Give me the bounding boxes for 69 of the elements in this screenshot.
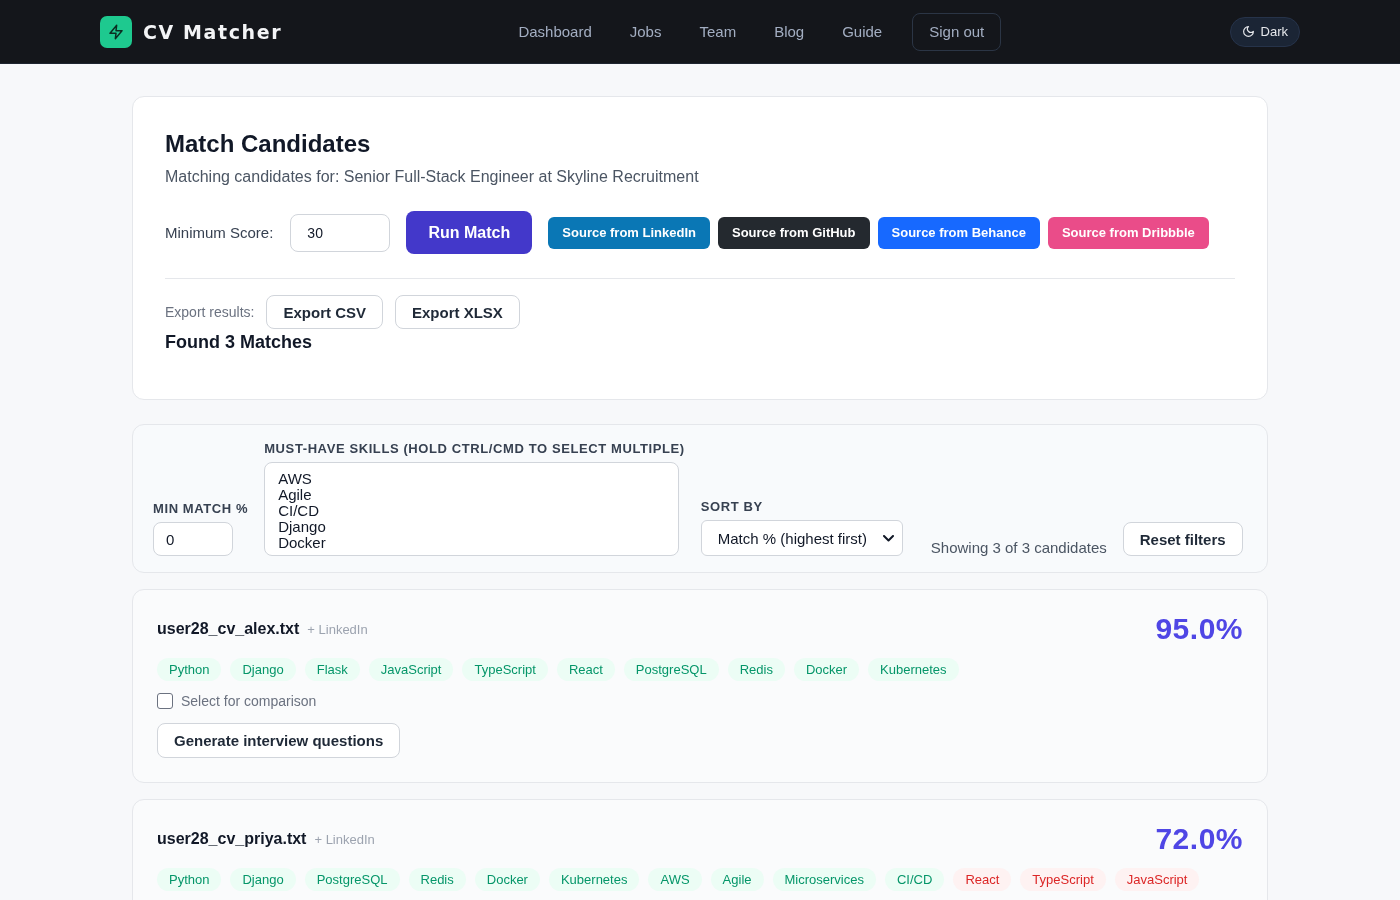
skill-tag: Kubernetes (548, 868, 640, 891)
nav-link[interactable]: Guide (834, 15, 891, 48)
nav-link[interactable]: Team (691, 15, 745, 48)
skill-tag: Microservices (772, 868, 876, 891)
field-label: Minimum Score: (165, 224, 274, 241)
skill-tag: JavaScript (368, 658, 454, 681)
moon-icon (1241, 25, 1255, 38)
min-score-input[interactable]: 30 (290, 213, 391, 252)
candidate-source: + LinkedIn (314, 832, 375, 847)
job-subtitle: Matching candidates for: Senior Full-Stack Engineer at Skyline Recruitment (165, 167, 700, 187)
compare-checkbox[interactable] (157, 693, 173, 709)
skill-tag: AWS (648, 868, 702, 891)
skill-tag: CI/CD (885, 868, 945, 891)
skill-tag: Agile (710, 868, 764, 891)
source-button[interactable]: Source from LinkedIn (548, 216, 710, 249)
results-heading: Found 3 Matches (165, 331, 313, 353)
chevron-down-icon (882, 534, 894, 542)
candidate-source: + LinkedIn (307, 622, 368, 637)
field-label: MUST-HAVE SKILLS (HOLD CTRL/CMD TO SELECT MULTIPLE) (264, 441, 685, 456)
skill-option[interactable]: AWS (277, 471, 667, 487)
export-button[interactable]: Export XLSX (395, 295, 520, 329)
sort-select[interactable]: Match % (highest first) (700, 520, 903, 556)
skill-tag: Flask (304, 658, 360, 681)
match-score: 72.0% (1155, 822, 1243, 856)
candidate-file-name: user28_cv_priya.txt (157, 830, 307, 848)
skill-tag: Redis (727, 658, 785, 681)
match-score: 95.0% (1155, 612, 1243, 646)
run-match-button[interactable]: Run Match (406, 211, 533, 254)
skill-tag: Kubernetes (868, 658, 959, 681)
min-match-input[interactable]: 0 (153, 522, 233, 556)
field-label: SORT BY (700, 499, 764, 514)
generate-questions-button[interactable]: Generate interview questions (157, 723, 401, 758)
skill-tag: Python (157, 868, 222, 891)
export-button[interactable]: Export CSV (266, 295, 383, 329)
skill-tag: Django (230, 658, 296, 681)
skill-tag: React (556, 658, 615, 681)
nav-link[interactable]: Dashboard (510, 15, 600, 48)
source-button[interactable]: Source from Behance (877, 216, 1040, 249)
skill-tag: Docker (793, 658, 860, 681)
theme-toggle-button[interactable]: Dark (1229, 16, 1300, 47)
skill-tag: Python (157, 658, 222, 681)
skill-tag: JavaScript (1114, 868, 1200, 891)
source-button[interactable]: Source from Dribbble (1047, 216, 1209, 249)
skill-tag: React (953, 868, 1012, 891)
field-label: MIN MATCH % (153, 501, 249, 516)
skill-tag: Redis (408, 868, 466, 891)
skill-option[interactable]: Docker (277, 535, 667, 551)
reset-filters-button[interactable]: Reset filters (1122, 522, 1243, 556)
skill-option[interactable]: CI/CD (277, 503, 667, 519)
skill-tag: TypeScript (1020, 868, 1106, 891)
source-button[interactable]: Source from GitHub (718, 216, 870, 249)
skill-tag: PostgreSQL (623, 658, 719, 681)
sign-out-button[interactable]: Sign out (912, 12, 1002, 51)
skill-tag: TypeScript (462, 658, 548, 681)
skills-listbox[interactable]: AWS Agile CI/CD Django Docker (264, 462, 680, 556)
nav-link[interactable]: Jobs (621, 15, 670, 48)
skill-option[interactable]: Django (277, 519, 667, 535)
lightning-bolt-icon (100, 15, 132, 48)
candidate-file-name: user28_cv_alex.txt (157, 620, 300, 638)
brand-name: CV Matcher (143, 20, 283, 43)
skill-option[interactable]: Agile (277, 487, 667, 503)
skill-tag: Django (230, 868, 296, 891)
skill-tag: Docker (474, 868, 540, 891)
checkbox-label: Select for comparison (181, 693, 317, 709)
skill-tag: PostgreSQL (304, 868, 400, 891)
nav-link[interactable]: Blog (766, 15, 813, 48)
results-summary: Showing 3 of 3 candidates (930, 539, 1107, 556)
export-label: Export results: (165, 304, 255, 320)
page-title: Match Candidates (165, 129, 372, 159)
